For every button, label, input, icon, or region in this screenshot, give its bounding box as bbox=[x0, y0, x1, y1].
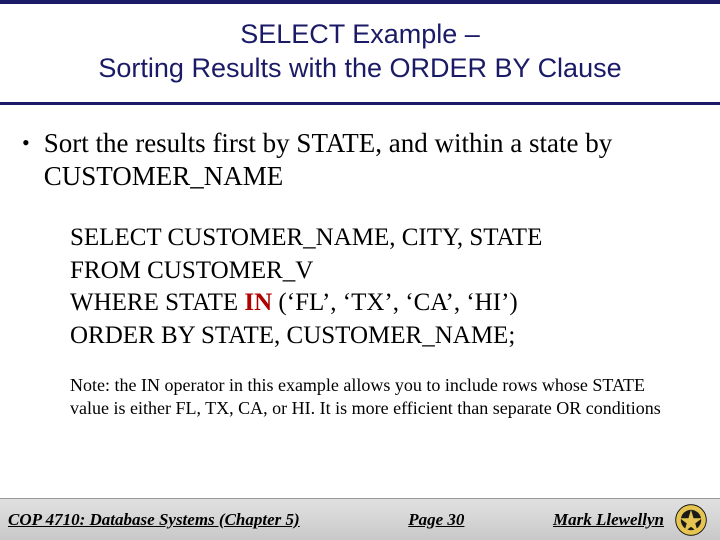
footer-course: COP 4710: Database Systems (Chapter 5) bbox=[8, 510, 300, 530]
sql-line-4: ORDER BY STATE, CUSTOMER_NAME; bbox=[70, 320, 690, 353]
title-line-2: Sorting Results with the ORDER BY Clause bbox=[30, 52, 690, 86]
sql-line-1: SELECT CUSTOMER_NAME, CITY, STATE bbox=[70, 222, 690, 255]
sql-line-3: WHERE STATE IN (‘FL’, ‘TX’, ‘CA’, ‘HI’) bbox=[70, 287, 690, 320]
sql-keyword-in: IN bbox=[244, 289, 272, 316]
sql-example: SELECT CUSTOMER_NAME, CITY, STATE FROM C… bbox=[0, 194, 720, 352]
slide-footer: COP 4710: Database Systems (Chapter 5) P… bbox=[0, 498, 720, 540]
bullet-text: Sort the results first by STATE, and wit… bbox=[44, 127, 690, 195]
footer-author: Mark Llewellyn bbox=[553, 510, 664, 530]
bullet-item: • Sort the results first by STATE, and w… bbox=[0, 105, 720, 195]
ucf-logo-icon bbox=[674, 503, 708, 537]
sql-line-2: FROM CUSTOMER_V bbox=[70, 255, 690, 288]
title-line-1: SELECT Example – bbox=[30, 18, 690, 52]
sql-line-3-suffix: (‘FL’, ‘TX’, ‘CA’, ‘HI’) bbox=[272, 289, 518, 316]
note-text: Note: the IN operator in this example al… bbox=[0, 352, 720, 419]
bullet-marker: • bbox=[22, 129, 30, 157]
footer-page: Page 30 bbox=[320, 510, 553, 530]
sql-line-3-prefix: WHERE STATE bbox=[70, 289, 244, 316]
slide-title: SELECT Example – Sorting Results with th… bbox=[0, 4, 720, 94]
